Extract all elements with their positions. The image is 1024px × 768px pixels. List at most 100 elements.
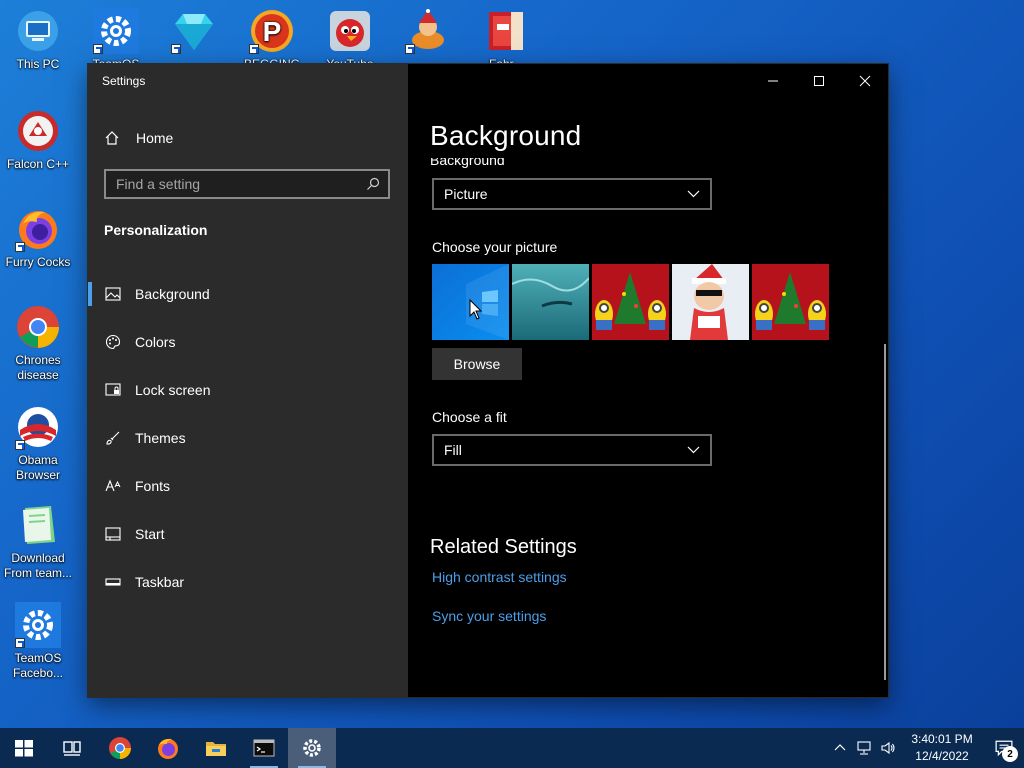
nav-item-start[interactable]: Start [88, 510, 408, 558]
falcon-icon [15, 108, 61, 154]
desktop-icon-this-pc[interactable]: This PC [0, 8, 76, 72]
chevron-down-icon [687, 190, 700, 198]
main-content: Background Background Picture Choose you… [408, 64, 888, 697]
taskbar: 3:40:01 PM 12/4/2022 2 [0, 728, 1024, 768]
thumbnail-underwater[interactable] [512, 264, 589, 340]
svg-text:P: P [263, 16, 282, 47]
task-view-icon [63, 741, 81, 756]
nav-item-label: Lock screen [135, 382, 211, 398]
thumbnail-minions-christmas-2[interactable] [752, 264, 829, 340]
page-title: Background [430, 120, 582, 151]
action-center-button[interactable]: 2 [984, 728, 1024, 768]
desktop-icon-label: TeamOS Facebo... [12, 651, 64, 680]
home-icon [105, 131, 119, 145]
chevron-up-icon [834, 744, 846, 751]
search-box[interactable] [104, 169, 390, 199]
p-logo-icon: P [249, 8, 295, 54]
diamond-icon [171, 8, 217, 54]
home-nav-item[interactable]: Home [104, 126, 173, 150]
terminal-icon [253, 739, 275, 757]
nav-item-label: Background [135, 286, 210, 302]
desktop-icon-label: Obama Browser [15, 453, 60, 482]
nav-item-label: Themes [135, 430, 186, 446]
taskbar-firefox[interactable] [144, 728, 192, 768]
search-icon[interactable] [366, 177, 380, 191]
desktop-icon-label: This PC [16, 57, 60, 71]
nav-item-fonts[interactable]: Fonts [88, 462, 408, 510]
picture-thumbnails [432, 264, 829, 340]
gear-icon [93, 8, 139, 54]
taskbar-terminal[interactable] [240, 728, 288, 768]
start-icon [105, 527, 121, 541]
desktop-icon-label: Falcon C++ [6, 157, 70, 171]
window-title: Settings [102, 74, 146, 88]
related-settings-heading: Related Settings [430, 536, 577, 558]
desktop-icon-label: Furry Cocks [5, 255, 71, 269]
desktop-icon-diamond[interactable]: ... [156, 8, 232, 65]
lock-screen-icon [105, 383, 121, 396]
system-tray: 3:40:01 PM 12/4/2022 2 [828, 728, 1024, 768]
thumbnail-santa-sunglasses[interactable] [672, 264, 749, 340]
thumbnail-minions-christmas[interactable] [592, 264, 669, 340]
desktop-icon-fahr[interactable]: Fahr... [468, 8, 544, 65]
taskbar-icon [105, 578, 121, 586]
nav-item-lock-screen[interactable]: Lock screen [88, 366, 408, 414]
start-button[interactable] [0, 728, 48, 768]
nav-item-label: Taskbar [135, 574, 185, 590]
notification-count-badge: 2 [1002, 746, 1018, 762]
thumbnail-windows-blue[interactable] [432, 264, 509, 340]
desktop-icon-label: Download From team... [3, 551, 72, 580]
nav-item-label: Fonts [135, 478, 171, 494]
windows-logo-icon [15, 740, 33, 757]
background-type-dropdown[interactable]: Picture [432, 178, 712, 210]
clock[interactable]: 3:40:01 PM 12/4/2022 [904, 731, 980, 765]
taskbar-settings[interactable] [288, 728, 336, 768]
settings-sidebar: Settings Home Personalization Background… [88, 64, 408, 697]
search-input[interactable] [106, 175, 366, 193]
picture-icon [105, 287, 121, 301]
fit-dropdown[interactable]: Fill [432, 434, 712, 466]
home-label: Home [136, 130, 174, 146]
clock-date: 12/4/2022 [915, 749, 969, 763]
desktop-icon-teamos[interactable]: TeamOS [78, 8, 154, 65]
sync-settings-link[interactable]: Sync your settings [432, 608, 546, 624]
nav-list: Background Colors Lock screen Themes Fon… [88, 270, 408, 606]
desktop-icon-obama[interactable]: Obama Browser [0, 404, 76, 483]
desktop-icon-label: Chrones disease [15, 353, 61, 382]
desktop-icon-teamos-facebook[interactable]: TeamOS Facebo... [0, 602, 76, 681]
nav-item-themes[interactable]: Themes [88, 414, 408, 462]
choose-fit-label: Choose a fit [432, 409, 507, 425]
nav-item-label: Start [135, 526, 165, 542]
app-icon [405, 8, 451, 54]
browse-button[interactable]: Browse [432, 348, 522, 380]
volume-button[interactable] [876, 728, 900, 768]
chrome-icon [109, 737, 131, 759]
desktop-icon-begging[interactable]: P BEGGING LOL [234, 8, 310, 65]
show-hidden-icons-button[interactable] [828, 728, 852, 768]
desktop-icon-chrome[interactable]: Chrones disease [0, 304, 76, 383]
desktop-icon-app[interactable]: ... [390, 8, 466, 65]
desktop-icon-download[interactable]: Download From team... [0, 502, 76, 581]
desktop-icon-youtube[interactable]: YouTube [312, 8, 388, 65]
file-explorer-icon [206, 742, 226, 756]
desktop-icon-falcon[interactable]: Falcon C++ [0, 108, 76, 172]
taskbar-chrome[interactable] [96, 728, 144, 768]
font-icon [105, 479, 121, 492]
angry-bird-icon [327, 8, 373, 54]
network-button[interactable] [852, 728, 876, 768]
nav-item-label: Colors [135, 334, 176, 350]
firefox-icon [158, 738, 178, 759]
scrollbar[interactable] [884, 344, 886, 680]
task-view-button[interactable] [48, 728, 96, 768]
desktop-icon-firefox[interactable]: Furry Cocks [0, 206, 76, 270]
taskbar-file-explorer[interactable] [192, 728, 240, 768]
nav-item-taskbar[interactable]: Taskbar [88, 558, 408, 606]
nav-item-background[interactable]: Background [88, 270, 408, 318]
settings-window: Settings Home Personalization Background… [88, 64, 888, 697]
high-contrast-link[interactable]: High contrast settings [432, 569, 567, 585]
brush-icon [106, 431, 120, 445]
settings-icon [303, 739, 321, 757]
nav-item-colors[interactable]: Colors [88, 318, 408, 366]
choose-picture-label: Choose your picture [432, 239, 558, 255]
background-label: Background [430, 158, 505, 168]
